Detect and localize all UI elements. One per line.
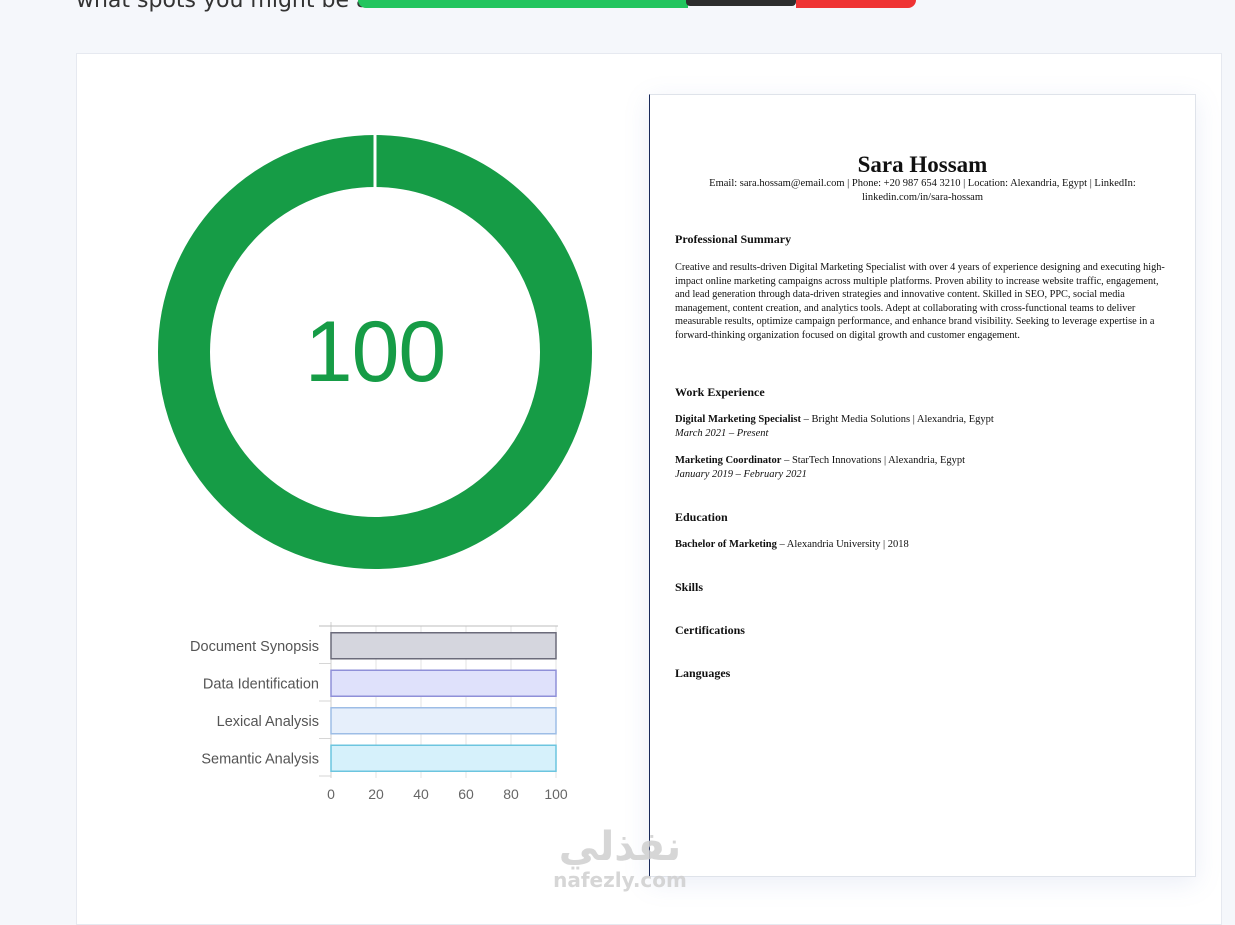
job-company-2: – StarTech Innovations | Alexandria, Egy… [781,455,966,466]
section-skills-title: Skills [675,580,704,594]
watermark-latin: nafezly.com [553,868,687,892]
section-experience-title: Work Experience [675,385,765,399]
dark-button[interactable] [686,0,796,6]
section-languages-title: Languages [675,666,731,680]
job-title-2: Marketing Coordinator [675,455,782,466]
x-tick-label-40: 40 [413,786,429,802]
job-entry-1: Digital Marketing Specialist – Bright Me… [675,413,994,440]
section-certifications-title: Certifications [675,623,745,637]
education-degree: Bachelor of Marketing [675,539,777,550]
green-button[interactable] [358,0,688,8]
category-label-2: Data Identification [203,676,319,692]
resume-name: Sara Hossam [857,152,988,177]
intro-text: what spots you might be ab [76,0,384,13]
resume-contact: Email: sara.hossam@email.com | Phone: +2… [680,177,1165,205]
toolbar-strip [358,0,916,8]
job-company-1: – Bright Media Solutions | Alexandria, E… [801,414,994,425]
job-entry-2: Marketing Coordinator – StarTech Innovat… [675,454,965,481]
bar-1 [330,632,557,660]
summary-text: Creative and results-driven Digital Mark… [675,262,1165,341]
education-school: – Alexandria University | 2018 [776,539,909,550]
bar-3 [330,707,557,735]
job-dates-1: March 2021 – Present [675,427,769,439]
watermark-arabic: نفذلي [558,824,682,870]
bar-2 [330,669,557,697]
x-tick-label-60: 60 [458,786,474,802]
x-tick-label-100: 100 [544,786,568,802]
analysis-bar-chart: 0 20 40 60 80 100 Document Synopsis Data Identi… [150,618,590,818]
watermark-logo: نفذلي nafezly.com [540,825,700,891]
education-entry: Bachelor of Marketing – Alexandria Unive… [675,538,909,552]
contact-line-1: Email: sara.hossam@email.com | Phone: +2… [709,178,1136,189]
x-tick-label-0: 0 [327,786,335,802]
category-label-4: Semantic Analysis [201,751,319,767]
job-title-1: Digital Marketing Specialist [675,414,801,425]
section-summary-title: Professional Summary [675,232,792,246]
category-label-1: Document Synopsis [190,639,319,655]
job-dates-2: January 2019 – February 2021 [675,468,807,480]
x-tick-label-20: 20 [368,786,384,802]
category-label-3: Lexical Analysis [217,714,319,730]
resume-preview[interactable]: Sara Hossam Email: sara.hossam@email.com… [649,94,1196,877]
section-education-title: Education [675,510,728,524]
bar-4 [330,744,557,772]
contact-line-2: linkedin.com/in/sara-hossam [861,192,984,203]
score-gauge: 100 [158,134,592,570]
bar-chart-svg: 0 20 40 60 80 100 Document Synopsis Data Identi… [190,622,568,802]
red-button[interactable] [796,0,916,8]
x-tick-label-80: 80 [503,786,519,802]
score-value: 100 [304,303,447,400]
